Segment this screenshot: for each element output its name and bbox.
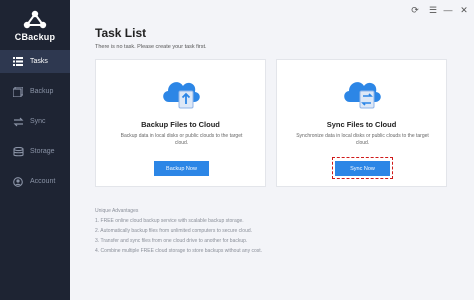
- cloud-sync-icon: [343, 82, 381, 109]
- advantage-item: 2. Automatically backup files from unlim…: [95, 228, 253, 235]
- menu-icon[interactable]: ☰: [426, 3, 440, 17]
- logo-icon: [23, 10, 47, 29]
- sidebar-item-label: Sync: [30, 118, 46, 125]
- minimize-icon[interactable]: —: [441, 3, 455, 17]
- card-description: Backup data in local disks or public clo…: [120, 133, 243, 146]
- sync-icon: [12, 116, 24, 128]
- backup-icon: [12, 86, 24, 98]
- card-title: Backup Files to Cloud: [141, 120, 220, 129]
- account-icon: [12, 176, 24, 188]
- advantages-heading: Unique Advantages: [95, 208, 139, 214]
- sidebar-item-backup[interactable]: Backup: [0, 80, 70, 103]
- page-subtitle: There is no task. Please create your tas…: [95, 44, 207, 50]
- page-title: Task List: [95, 26, 147, 40]
- sidebar-item-label: Account: [30, 178, 56, 185]
- app-logo: CBackup: [0, 10, 70, 42]
- storage-icon: [12, 146, 24, 158]
- sidebar-item-label: Storage: [30, 148, 55, 155]
- sidebar-item-label: Tasks: [30, 58, 48, 65]
- sync-files-card: Sync Files to Cloud Synchronize data in …: [276, 59, 447, 187]
- close-icon[interactable]: ✕: [457, 3, 471, 17]
- card-title: Sync Files to Cloud: [326, 120, 397, 129]
- refresh-icon[interactable]: ⟳: [408, 3, 422, 17]
- sidebar-item-label: Backup: [30, 88, 54, 95]
- sidebar-item-storage[interactable]: Storage: [0, 140, 70, 163]
- sidebar-item-tasks[interactable]: Tasks: [0, 50, 70, 73]
- backup-now-button[interactable]: Backup Now: [154, 161, 209, 176]
- sidebar-item-account[interactable]: Account: [0, 170, 70, 193]
- sidebar-item-sync[interactable]: Sync: [0, 110, 70, 133]
- main-panel: ⟳ ☰ — ✕ Task List There is no task. Plea…: [70, 0, 474, 300]
- sidebar-nav: Tasks Backup Sync Storage Account: [0, 50, 70, 200]
- app-name: CBackup: [14, 32, 56, 42]
- unique-advantages: Unique Advantages 1. FREE online cloud b…: [95, 206, 262, 256]
- card-description: Synchronize data in local disks or publi…: [296, 133, 429, 146]
- sync-now-button[interactable]: Sync Now: [335, 161, 390, 176]
- advantage-item: 4. Combine multiple FREE cloud storage t…: [95, 248, 263, 255]
- sidebar: CBackup Tasks Backup Sync Storage Accoun…: [0, 0, 70, 300]
- list-icon: [12, 56, 24, 68]
- advantage-item: 1. FREE online cloud backup service with…: [95, 218, 244, 225]
- cloud-backup-icon: [162, 82, 200, 109]
- backup-files-card: Backup Files to Cloud Backup data in loc…: [95, 59, 266, 187]
- advantage-item: 3. Transfer and sync files from one clou…: [95, 238, 248, 245]
